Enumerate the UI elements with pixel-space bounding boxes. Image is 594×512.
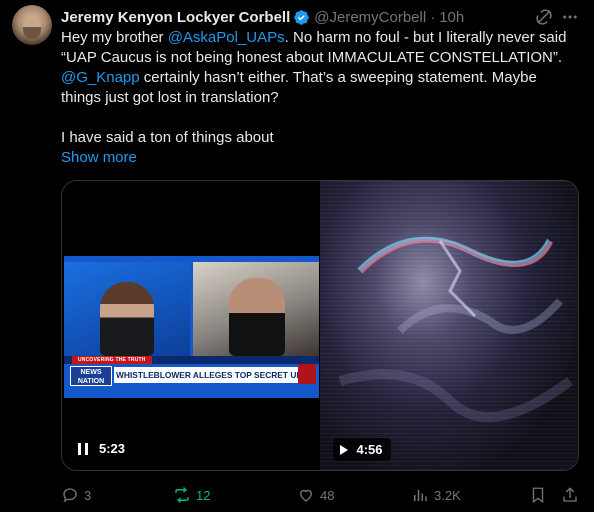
verified-badge-icon[interactable] <box>293 9 310 26</box>
bookmark-button[interactable] <box>529 484 547 506</box>
repost-icon <box>175 486 189 504</box>
play-icon[interactable] <box>339 444 349 456</box>
text-line: I have said a ton of things about <box>61 129 274 146</box>
share-button[interactable] <box>561 484 579 506</box>
avatar[interactable] <box>12 5 52 45</box>
banner-label: UNCOVERING THE TRUTH <box>72 356 152 364</box>
anchor-figure <box>100 282 154 356</box>
analytics-icon <box>414 489 427 501</box>
media-grid: UNCOVERING THE TRUTH NEWS NATION WHISTLE… <box>61 180 579 471</box>
video-duration-right: 4:56 <box>356 442 383 457</box>
network-logo: NEWS NATION <box>70 366 112 386</box>
news-broadcast-frame: UNCOVERING THE TRUTH NEWS NATION WHISTLE… <box>64 256 319 398</box>
tweet-header: Jeremy Kenyon Lockyer Corbell @JeremyCor… <box>61 7 464 27</box>
bookmark-icon <box>532 487 544 504</box>
network-logo-line: NEWS <box>80 369 102 376</box>
text-segment: certainly hasn’t either. That’s a sweepi… <box>139 69 537 86</box>
repost-count: 12 <box>196 487 211 503</box>
news-thumbnail-box <box>298 364 316 384</box>
show-more-link[interactable]: Show more <box>61 149 137 166</box>
text-line: “UAP Caucus is not being honest about IM… <box>61 49 563 66</box>
reply-button[interactable]: 3 <box>61 484 91 506</box>
network-logo-line: NATION <box>77 378 105 385</box>
timestamp[interactable]: 10h <box>439 9 464 26</box>
repost-button[interactable]: 12 <box>173 484 210 506</box>
video-duration-badge: 4:56 <box>332 438 391 461</box>
tweet-actions: 3 12 48 3.2K <box>61 484 586 506</box>
reply-icon <box>63 488 77 503</box>
share-icon <box>563 487 577 502</box>
reply-count: 3 <box>84 487 92 503</box>
more-options-icon[interactable] <box>560 8 580 26</box>
video-player-right[interactable]: 4:56 <box>319 181 578 470</box>
like-count: 48 <box>320 487 335 503</box>
news-headline: WHISTLEBLOWER ALLEGES TOP SECRET UFO PRO… <box>114 367 298 383</box>
video-player-left[interactable]: UNCOVERING THE TRUTH NEWS NATION WHISTLE… <box>62 181 319 470</box>
author-handle[interactable]: @JeremyCorbell <box>314 9 426 26</box>
text-line: things just got lost in translation? <box>61 89 279 106</box>
heart-icon <box>300 489 312 502</box>
avatar-beard <box>23 27 41 39</box>
pause-icon[interactable] <box>77 442 89 456</box>
news-guest-panel <box>193 262 319 356</box>
views-button[interactable]: 3.2K <box>411 484 461 506</box>
glitch-artwork <box>338 236 573 422</box>
tweet-text: Hey my brother @AskaPol_UAPs. No harm no… <box>61 28 591 168</box>
like-button[interactable]: 48 <box>297 484 334 506</box>
author-name[interactable]: Jeremy Kenyon Lockyer Corbell <box>61 9 290 26</box>
mention-link[interactable]: @AskaPol_UAPs <box>168 29 285 46</box>
guest-figure <box>229 278 285 356</box>
grok-icon[interactable] <box>535 8 553 26</box>
news-anchor-panel <box>64 262 190 356</box>
text-segment: Hey my brother <box>61 29 168 46</box>
video-duration-left: 5:23 <box>99 441 126 456</box>
view-count: 3.2K <box>434 487 461 503</box>
text-segment: . No harm no foul - but I literally neve… <box>284 29 567 46</box>
mention-link[interactable]: @G_Knapp <box>61 69 140 86</box>
separator-dot: · <box>430 8 436 26</box>
